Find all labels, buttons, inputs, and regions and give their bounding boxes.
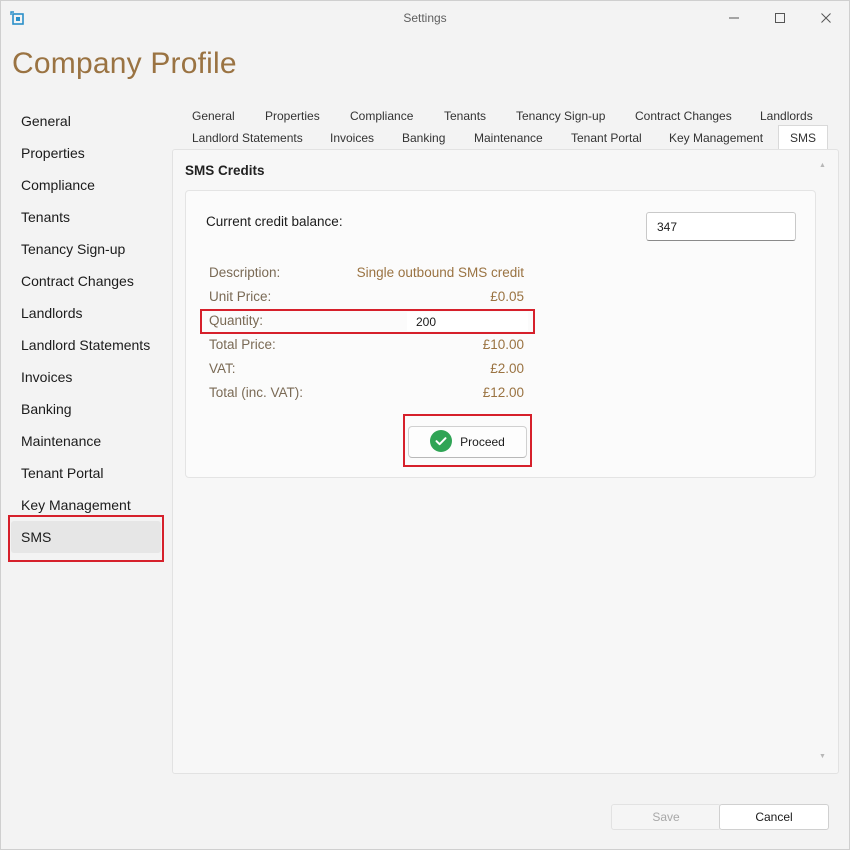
tab-landlord-statements[interactable]: Landlord Statements bbox=[192, 128, 303, 148]
cancel-button[interactable]: Cancel bbox=[719, 804, 829, 830]
sms-content-panel: SMS Credits ▲ ▼ Current credit balance: … bbox=[172, 149, 839, 774]
total-price-label: Total Price: bbox=[209, 337, 276, 352]
proceed-highlight-box bbox=[403, 414, 532, 467]
tab-compliance[interactable]: Compliance bbox=[350, 106, 413, 126]
nav-item-tenant-portal[interactable]: Tenant Portal bbox=[11, 457, 161, 489]
balance-field[interactable]: 347 bbox=[646, 212, 796, 241]
title-bar: Settings bbox=[1, 1, 849, 35]
nav-item-tenants[interactable]: Tenants bbox=[11, 201, 161, 233]
vat-value: £2.00 bbox=[490, 361, 524, 376]
nav-item-landlord-statements[interactable]: Landlord Statements bbox=[11, 329, 161, 361]
tab-general[interactable]: General bbox=[192, 106, 235, 126]
sms-nav-highlight-box bbox=[8, 515, 164, 562]
minimize-icon bbox=[729, 17, 739, 19]
total-inc-vat-label: Total (inc. VAT): bbox=[209, 385, 304, 400]
section-title: SMS Credits bbox=[185, 163, 265, 178]
scroll-up-arrow-icon[interactable]: ▲ bbox=[819, 162, 826, 169]
unit-price-label: Unit Price: bbox=[209, 289, 272, 304]
tab-banking[interactable]: Banking bbox=[402, 128, 445, 148]
maximize-icon bbox=[775, 13, 785, 23]
tab-landlords[interactable]: Landlords bbox=[760, 106, 813, 126]
settings-window: Settings Company Profile General Propert… bbox=[0, 0, 850, 850]
nav-item-properties[interactable]: Properties bbox=[11, 137, 161, 169]
maximize-button[interactable] bbox=[757, 3, 803, 33]
nav-item-general[interactable]: General bbox=[11, 105, 161, 137]
unit-price-value: £0.05 bbox=[490, 289, 524, 304]
left-nav: General Properties Compliance Tenants Te… bbox=[11, 105, 161, 553]
scroll-down-arrow-icon[interactable]: ▼ bbox=[819, 753, 826, 760]
nav-item-contract-changes[interactable]: Contract Changes bbox=[11, 265, 161, 297]
close-icon bbox=[821, 13, 831, 23]
tab-maintenance[interactable]: Maintenance bbox=[474, 128, 543, 148]
quantity-highlight-box bbox=[200, 309, 535, 334]
tab-key-management[interactable]: Key Management bbox=[669, 128, 763, 148]
nav-item-banking[interactable]: Banking bbox=[11, 393, 161, 425]
save-button[interactable]: Save bbox=[611, 804, 721, 830]
sms-credits-card: Current credit balance: 347 Description:… bbox=[185, 190, 816, 478]
tab-invoices[interactable]: Invoices bbox=[330, 128, 374, 148]
tab-contract-changes[interactable]: Contract Changes bbox=[635, 106, 732, 126]
nav-item-landlords[interactable]: Landlords bbox=[11, 297, 161, 329]
vat-label: VAT: bbox=[209, 361, 236, 376]
tab-properties[interactable]: Properties bbox=[265, 106, 320, 126]
close-button[interactable] bbox=[803, 3, 849, 33]
description-label: Description: bbox=[209, 265, 281, 280]
nav-item-tenancy-sign-up[interactable]: Tenancy Sign-up bbox=[11, 233, 161, 265]
minimize-button[interactable] bbox=[711, 3, 757, 33]
balance-label: Current credit balance: bbox=[206, 214, 343, 229]
tab-tenant-portal[interactable]: Tenant Portal bbox=[571, 128, 642, 148]
description-value: Single outbound SMS credit bbox=[356, 265, 524, 280]
tab-tenants[interactable]: Tenants bbox=[444, 106, 486, 126]
tab-sms[interactable]: SMS bbox=[778, 125, 829, 149]
nav-item-maintenance[interactable]: Maintenance bbox=[11, 425, 161, 457]
nav-item-compliance[interactable]: Compliance bbox=[11, 169, 161, 201]
nav-item-invoices[interactable]: Invoices bbox=[11, 361, 161, 393]
page-title: Company Profile bbox=[12, 47, 237, 80]
total-price-value: £10.00 bbox=[482, 337, 524, 352]
total-inc-vat-value: £12.00 bbox=[482, 385, 524, 400]
tab-tenancy-sign-up[interactable]: Tenancy Sign-up bbox=[516, 106, 605, 126]
